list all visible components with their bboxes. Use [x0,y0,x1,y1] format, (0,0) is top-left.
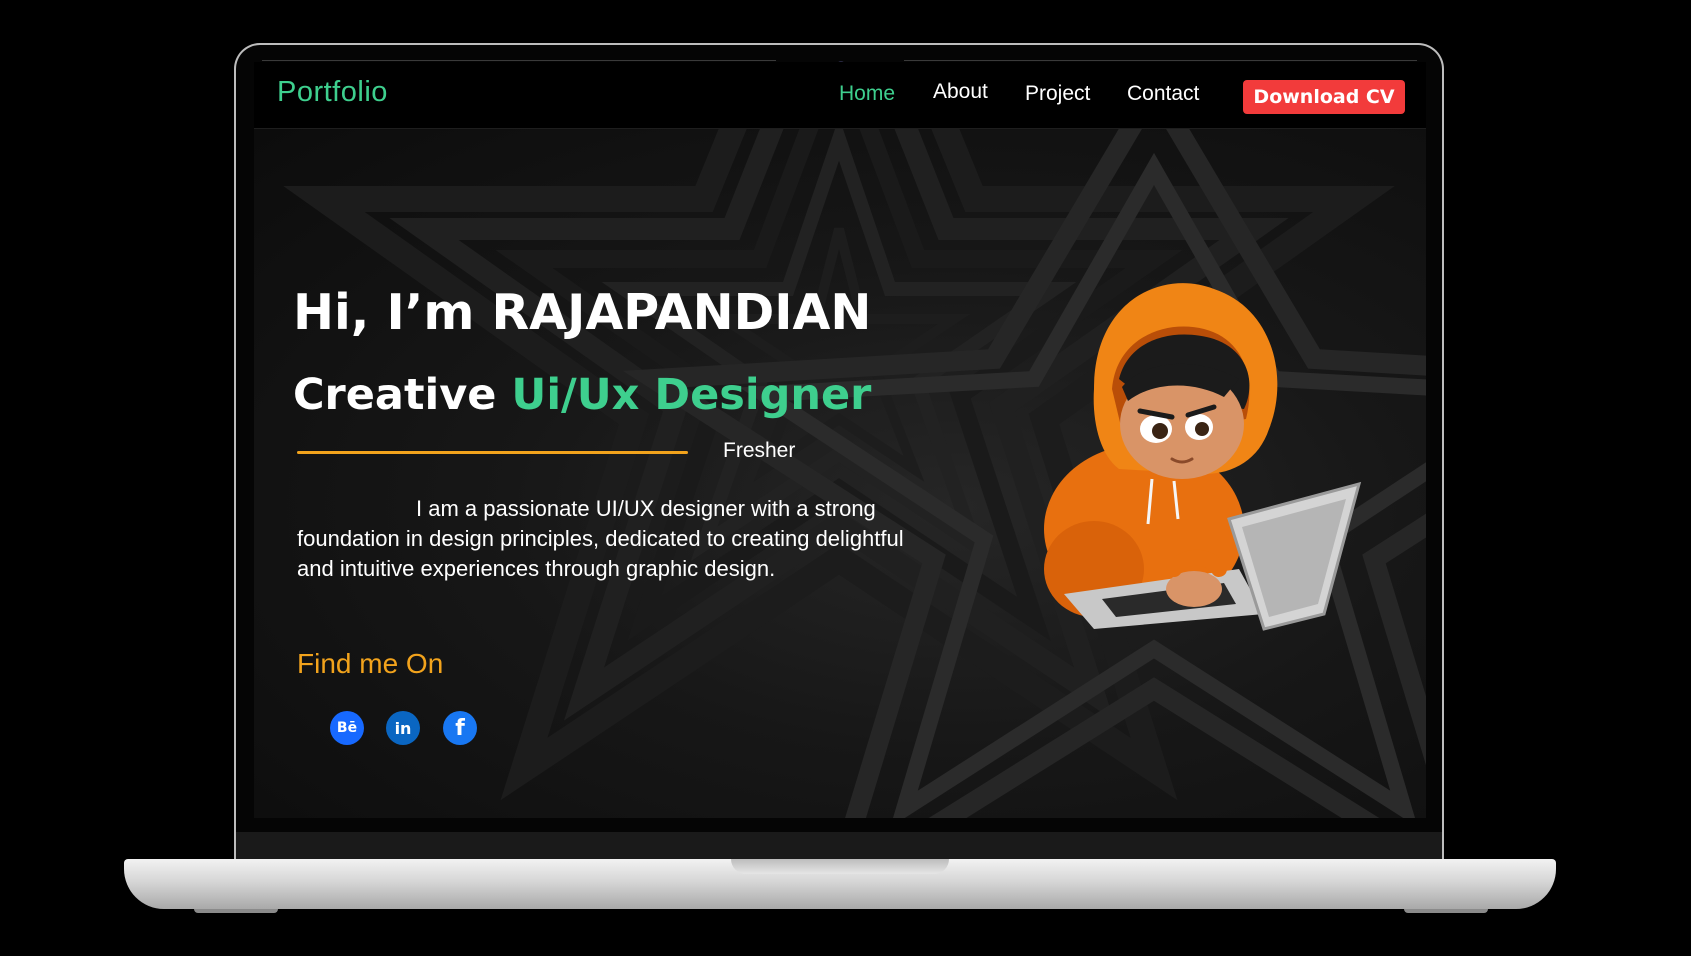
hero-greeting: Hi, I’m RAJAPANDIAN [293,284,872,341]
role-highlight: Ui/Ux Designer [511,370,872,420]
laptop-foot [1404,909,1488,913]
experience-level: Fresher [723,439,796,462]
site-logo[interactable]: Portfolio [277,76,388,109]
nav-link-about[interactable]: About [933,80,988,104]
bezel-line [904,60,1417,61]
laptop-screen: Portfolio Home About Project Contact Dow… [254,62,1426,818]
character-illustration [1044,283,1362,631]
nav-link-project[interactable]: Project [1025,82,1090,106]
nav-link-home[interactable]: Home [839,82,895,106]
bezel-line [262,60,776,61]
hero-role: Creative Ui/Ux Designer [293,370,871,420]
hero-section: Hi, I’m RAJAPANDIAN Creative Ui/Ux Desig… [254,129,1426,818]
role-prefix: Creative [293,370,512,420]
laptop-notch [731,859,949,874]
hero-bio: I am a passionate UI/UX designer with a … [297,496,904,581]
facebook-icon[interactable]: f [443,711,477,745]
nav-link-contact[interactable]: Contact [1127,82,1199,106]
download-cv-button[interactable]: Download CV [1243,80,1405,114]
linkedin-icon[interactable]: in [386,711,420,745]
find-me-heading: Find me On [297,648,444,679]
screen-chin [236,832,1442,860]
behance-icon[interactable]: Bē [330,711,364,745]
navbar: Portfolio Home About Project Contact Dow… [254,62,1426,129]
laptop-foot [194,909,278,913]
title-underline [297,451,688,454]
